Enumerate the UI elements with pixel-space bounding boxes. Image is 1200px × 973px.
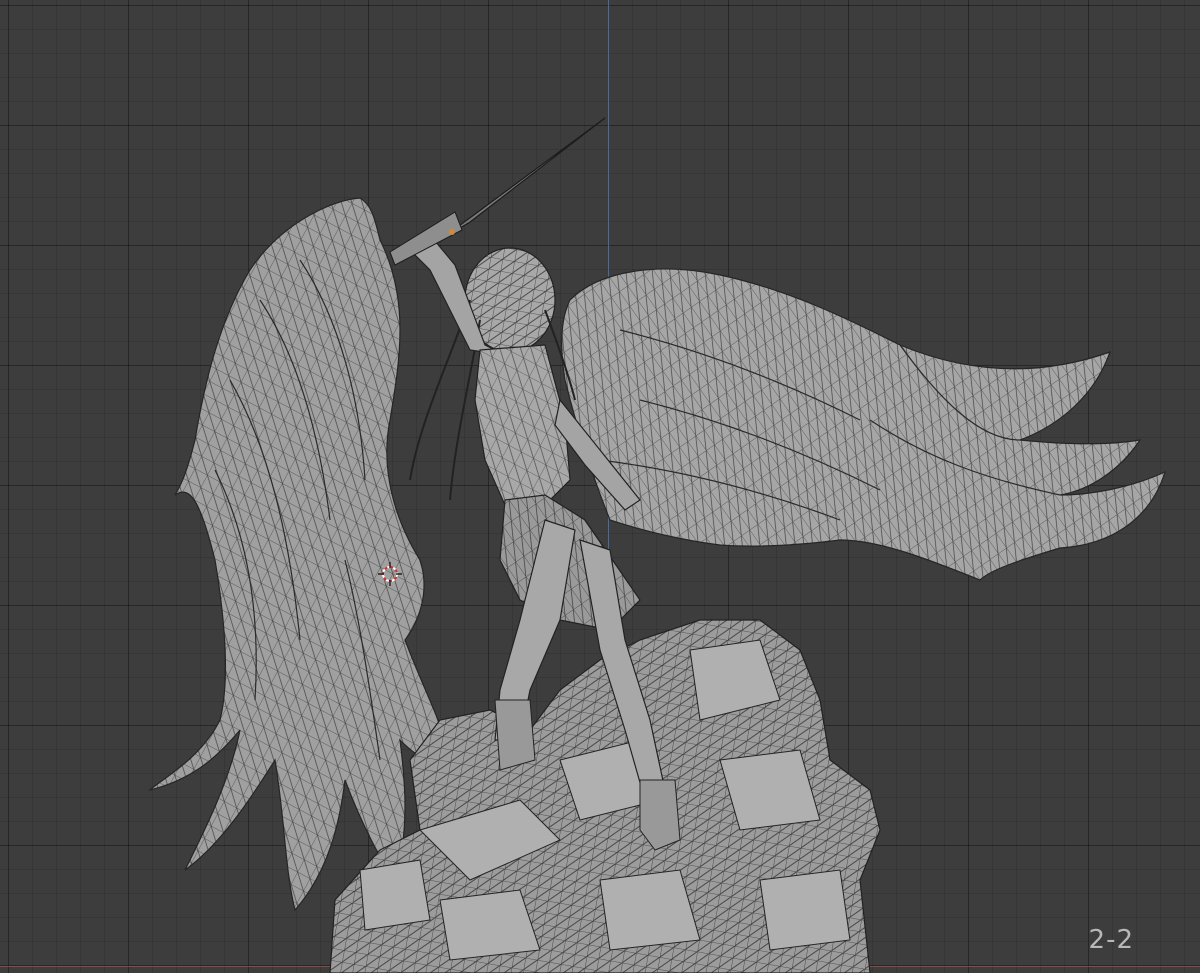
right-wing bbox=[561, 268, 1166, 581]
left-wing bbox=[148, 197, 456, 912]
frame-label: 2-2 bbox=[1088, 925, 1134, 955]
angel-statue-mesh[interactable] bbox=[0, 0, 1200, 973]
3d-viewport[interactable]: 2-2 bbox=[0, 0, 1200, 973]
3d-cursor-icon[interactable] bbox=[378, 562, 402, 586]
